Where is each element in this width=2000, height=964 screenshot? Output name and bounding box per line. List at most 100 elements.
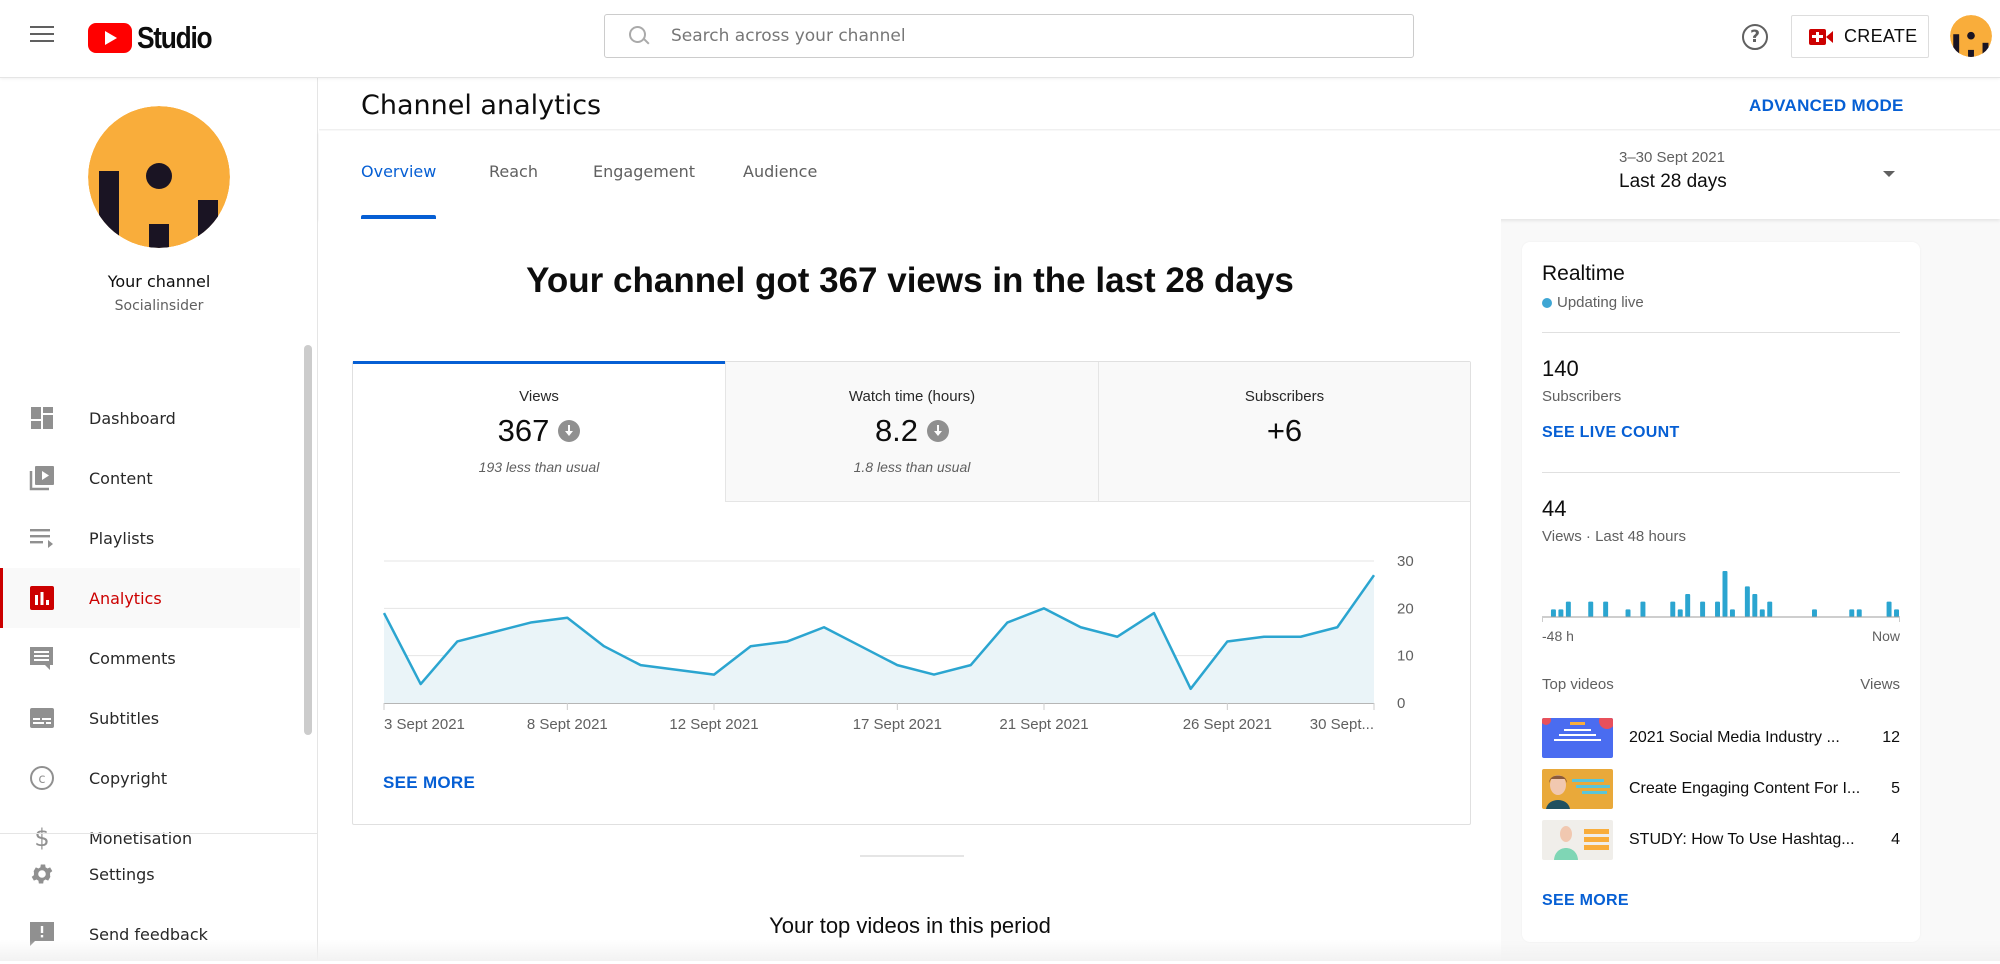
sidebar-item-label: Dashboard <box>89 408 176 428</box>
tab-engagement[interactable]: Engagement <box>593 131 695 219</box>
x-tick-label: 3 Sept 2021 <box>384 716 465 733</box>
metric-label: Subscribers <box>1244 388 1325 405</box>
sidebar-item-label: Analytics <box>89 588 162 608</box>
subtitles-icon <box>29 705 55 731</box>
search-box[interactable] <box>604 14 1414 58</box>
see-more-button[interactable]: SEE MORE <box>383 773 475 793</box>
axis-start-label: -48 h <box>1542 628 1574 644</box>
metric-tab-views[interactable]: Views 367 193 less than usual <box>353 361 725 502</box>
x-tick-label: 26 Sept 2021 <box>1183 716 1272 733</box>
sidebar-item-label: Send feedback <box>89 924 208 944</box>
logo-text: Studio <box>137 20 213 55</box>
x-tick-label: 30 Sept... <box>1310 716 1374 733</box>
channel-handle: Socialinsider <box>114 298 204 314</box>
live-status-text: Updating live <box>1557 294 1644 311</box>
realtime-bar <box>1588 601 1594 617</box>
metric-label: Watch time (hours) <box>848 388 976 405</box>
video-title: Create Engaging Content For I... <box>1629 780 1861 797</box>
realtime-bar <box>1565 601 1571 617</box>
metric-value: +6 <box>1266 413 1303 448</box>
sidebar-scrollbar[interactable] <box>304 345 312 735</box>
tab-audience[interactable]: Audience <box>743 131 817 219</box>
video-thumbnail <box>1542 820 1613 860</box>
sidebar-item-subtitles[interactable]: Subtitles <box>0 688 300 748</box>
create-button[interactable]: CREATE <box>1791 15 1929 58</box>
sidebar-item-comments[interactable]: Comments <box>0 628 300 688</box>
sidebar-item-playlists[interactable]: Playlists <box>0 508 300 568</box>
top-video-row[interactable]: Create Engaging Content For I... 5 <box>1542 769 1900 809</box>
top-videos-title: Your top videos in this period <box>769 913 1051 938</box>
subscribers-count: 140 <box>1542 356 1579 381</box>
sidebar-item-label: Playlists <box>89 528 155 548</box>
top-video-row[interactable]: 2021 Social Media Industry ... 12 <box>1542 718 1900 758</box>
video-title: STUDY: How To Use Hashtag... <box>1629 831 1855 848</box>
advanced-mode-link[interactable]: ADVANCED MODE <box>1749 96 1904 116</box>
channel-avatar-image <box>88 106 230 248</box>
divider <box>1542 472 1900 473</box>
sidebar-item-dashboard[interactable]: Dashboard <box>0 388 300 448</box>
x-tick-label: 8 Sept 2021 <box>527 716 608 733</box>
realtime-bar <box>1722 571 1728 617</box>
realtime-bar <box>1700 601 1706 617</box>
sidebar-item-send-feedback[interactable]: Send feedback <box>0 904 318 964</box>
realtime-bar <box>1603 601 1609 617</box>
copyright-icon: c <box>29 765 55 791</box>
sidebar-item-content[interactable]: Content <box>0 448 300 508</box>
playlists-icon <box>29 525 55 551</box>
search-input[interactable] <box>671 26 1371 46</box>
realtime-bar <box>1812 609 1817 617</box>
tab-overview[interactable]: Overview <box>361 131 437 219</box>
metric-value: 367 <box>497 413 550 448</box>
y-tick-label: 10 <box>1397 648 1414 665</box>
sidebar-divider <box>0 833 318 834</box>
video-views: 5 <box>1891 780 1900 797</box>
top-video-row[interactable]: STUDY: How To Use Hashtag... 4 <box>1542 820 1900 860</box>
metric-tab-subscribers[interactable]: Subscribers +6 <box>1098 362 1470 502</box>
page-header: Channel analytics ADVANCED MODE <box>319 78 2000 130</box>
tabs-bar: Overview Reach Engagement Audience 3–30 … <box>319 131 2000 219</box>
realtime-bar <box>1670 601 1676 617</box>
axis-end-label: Now <box>1871 628 1900 644</box>
menu-icon[interactable] <box>30 26 54 46</box>
account-avatar[interactable] <box>1950 15 1992 57</box>
dashboard-icon <box>29 405 55 431</box>
sidebar-item-label: Comments <box>89 648 176 668</box>
realtime-panel: Realtime Updating live 140 Subscribers S… <box>1522 242 1920 942</box>
sidebar-bottom-nav: Settings Send feedback <box>0 844 318 964</box>
sidebar-item-settings[interactable]: Settings <box>0 844 318 904</box>
realtime-bar <box>1886 601 1892 617</box>
studio-logo[interactable]: Studio <box>88 20 224 56</box>
metric-tab-watch-time[interactable]: Watch time (hours) 8.2 1.8 less than usu… <box>725 362 1098 502</box>
channel-avatar[interactable] <box>88 106 230 248</box>
see-live-count-button[interactable]: SEE LIVE COUNT <box>1542 424 1680 442</box>
help-icon[interactable]: ? <box>1742 24 1768 50</box>
area-fill <box>384 575 1374 703</box>
realtime-bar <box>1752 594 1758 617</box>
page-title: Channel analytics <box>361 90 602 121</box>
divider <box>1542 332 1900 333</box>
search-icon <box>627 24 651 48</box>
y-tick-label: 20 <box>1397 600 1414 617</box>
views-48h-count: 44 <box>1542 496 1567 521</box>
section-divider <box>860 855 964 857</box>
realtime-see-more-button[interactable]: SEE MORE <box>1542 892 1629 910</box>
live-dot-icon <box>1542 297 1552 308</box>
metrics-card: Views 367 193 less than usual Watch time… <box>352 361 1471 825</box>
realtime-bar <box>1856 609 1862 617</box>
realtime-bar <box>1729 609 1735 617</box>
metric-label: Views <box>519 388 559 405</box>
views-48h-label: Views · Last 48 hours <box>1542 528 1686 545</box>
metric-note: 193 less than usual <box>478 459 600 475</box>
sidebar-item-copyright[interactable]: c Copyright <box>0 748 300 808</box>
tab-reach[interactable]: Reach <box>489 131 538 219</box>
channel-info: Your channel Socialinsider <box>0 106 318 314</box>
avatar-image <box>1950 15 1992 57</box>
dropdown-caret-icon <box>1883 171 1895 177</box>
analytics-icon <box>29 585 55 611</box>
y-tick-label: 30 <box>1397 553 1414 570</box>
video-camera-plus-icon <box>1809 28 1833 45</box>
realtime-bar <box>1558 609 1564 617</box>
sidebar-item-analytics[interactable]: Analytics <box>0 568 300 628</box>
date-range-picker[interactable]: 3–30 Sept 2021 Last 28 days <box>1619 131 1929 219</box>
youtube-play-icon <box>88 23 132 53</box>
